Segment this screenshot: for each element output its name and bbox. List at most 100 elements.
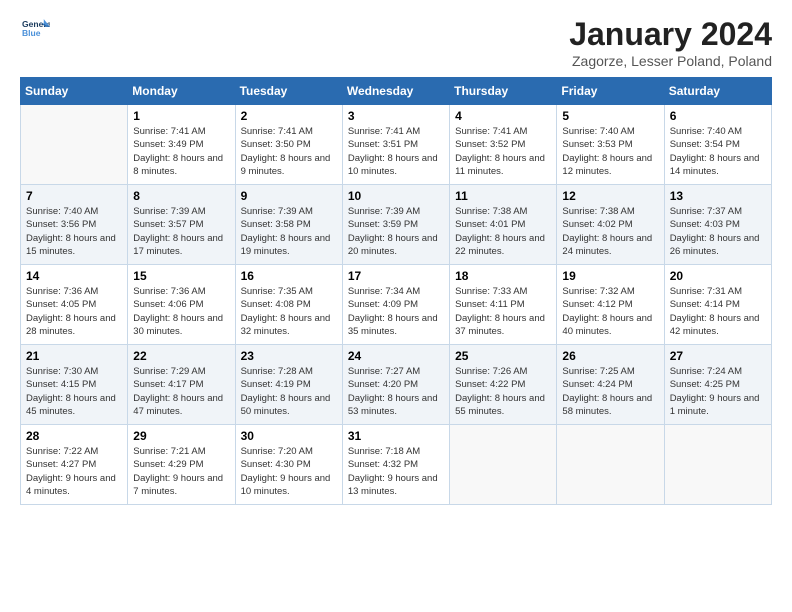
sunset: Sunset: 4:24 PM	[562, 379, 632, 390]
day-number: 10	[348, 189, 444, 203]
sunrise: Sunrise: 7:33 AM	[455, 286, 527, 297]
day-number: 30	[241, 429, 337, 443]
day-number: 15	[133, 269, 229, 283]
weekday-header-saturday: Saturday	[664, 78, 771, 105]
calendar-week-1: 1 Sunrise: 7:41 AM Sunset: 3:49 PM Dayli…	[21, 105, 772, 185]
daylight: Daylight: 8 hours and 45 minutes.	[26, 393, 116, 417]
sunrise: Sunrise: 7:28 AM	[241, 366, 313, 377]
sunset: Sunset: 4:05 PM	[26, 299, 96, 310]
daylight: Daylight: 8 hours and 10 minutes.	[348, 153, 438, 177]
calendar-cell: 23 Sunrise: 7:28 AM Sunset: 4:19 PM Dayl…	[235, 345, 342, 425]
day-number: 11	[455, 189, 551, 203]
calendar-cell: 6 Sunrise: 7:40 AM Sunset: 3:54 PM Dayli…	[664, 105, 771, 185]
day-number: 16	[241, 269, 337, 283]
calendar-cell: 8 Sunrise: 7:39 AM Sunset: 3:57 PM Dayli…	[128, 185, 235, 265]
daylight: Daylight: 8 hours and 11 minutes.	[455, 153, 545, 177]
sunrise: Sunrise: 7:24 AM	[670, 366, 742, 377]
day-info: Sunrise: 7:41 AM Sunset: 3:50 PM Dayligh…	[241, 125, 337, 178]
calendar-cell: 1 Sunrise: 7:41 AM Sunset: 3:49 PM Dayli…	[128, 105, 235, 185]
daylight: Daylight: 8 hours and 40 minutes.	[562, 313, 652, 337]
sunrise: Sunrise: 7:35 AM	[241, 286, 313, 297]
sunset: Sunset: 4:30 PM	[241, 459, 311, 470]
sunrise: Sunrise: 7:38 AM	[562, 206, 634, 217]
sunset: Sunset: 4:14 PM	[670, 299, 740, 310]
calendar-body: 1 Sunrise: 7:41 AM Sunset: 3:49 PM Dayli…	[21, 105, 772, 505]
location: Zagorze, Lesser Poland, Poland	[569, 53, 772, 69]
sunset: Sunset: 4:12 PM	[562, 299, 632, 310]
daylight: Daylight: 8 hours and 28 minutes.	[26, 313, 116, 337]
daylight: Daylight: 8 hours and 26 minutes.	[670, 233, 760, 257]
day-number: 24	[348, 349, 444, 363]
sunrise: Sunrise: 7:25 AM	[562, 366, 634, 377]
sunset: Sunset: 3:56 PM	[26, 219, 96, 230]
sunset: Sunset: 3:59 PM	[348, 219, 418, 230]
day-number: 26	[562, 349, 658, 363]
title-block: January 2024 Zagorze, Lesser Poland, Pol…	[569, 16, 772, 69]
day-info: Sunrise: 7:35 AM Sunset: 4:08 PM Dayligh…	[241, 285, 337, 338]
weekday-header-wednesday: Wednesday	[342, 78, 449, 105]
daylight: Daylight: 8 hours and 17 minutes.	[133, 233, 223, 257]
calendar-cell: 17 Sunrise: 7:34 AM Sunset: 4:09 PM Dayl…	[342, 265, 449, 345]
sunrise: Sunrise: 7:34 AM	[348, 286, 420, 297]
calendar-cell: 2 Sunrise: 7:41 AM Sunset: 3:50 PM Dayli…	[235, 105, 342, 185]
day-number: 29	[133, 429, 229, 443]
sunrise: Sunrise: 7:38 AM	[455, 206, 527, 217]
sunset: Sunset: 3:57 PM	[133, 219, 203, 230]
calendar-cell: 30 Sunrise: 7:20 AM Sunset: 4:30 PM Dayl…	[235, 425, 342, 505]
calendar-week-2: 7 Sunrise: 7:40 AM Sunset: 3:56 PM Dayli…	[21, 185, 772, 265]
sunrise: Sunrise: 7:36 AM	[133, 286, 205, 297]
daylight: Daylight: 8 hours and 32 minutes.	[241, 313, 331, 337]
sunrise: Sunrise: 7:41 AM	[455, 126, 527, 137]
sunset: Sunset: 4:17 PM	[133, 379, 203, 390]
calendar-week-4: 21 Sunrise: 7:30 AM Sunset: 4:15 PM Dayl…	[21, 345, 772, 425]
day-info: Sunrise: 7:20 AM Sunset: 4:30 PM Dayligh…	[241, 445, 337, 498]
daylight: Daylight: 8 hours and 19 minutes.	[241, 233, 331, 257]
daylight: Daylight: 8 hours and 53 minutes.	[348, 393, 438, 417]
day-number: 17	[348, 269, 444, 283]
daylight: Daylight: 8 hours and 42 minutes.	[670, 313, 760, 337]
sunrise: Sunrise: 7:26 AM	[455, 366, 527, 377]
daylight: Daylight: 8 hours and 15 minutes.	[26, 233, 116, 257]
sunrise: Sunrise: 7:20 AM	[241, 446, 313, 457]
page-header: General Blue January 2024 Zagorze, Lesse…	[20, 16, 772, 69]
sunrise: Sunrise: 7:21 AM	[133, 446, 205, 457]
daylight: Daylight: 8 hours and 37 minutes.	[455, 313, 545, 337]
sunrise: Sunrise: 7:40 AM	[670, 126, 742, 137]
weekday-header-tuesday: Tuesday	[235, 78, 342, 105]
sunrise: Sunrise: 7:39 AM	[133, 206, 205, 217]
day-info: Sunrise: 7:26 AM Sunset: 4:22 PM Dayligh…	[455, 365, 551, 418]
calendar-cell: 4 Sunrise: 7:41 AM Sunset: 3:52 PM Dayli…	[450, 105, 557, 185]
day-info: Sunrise: 7:29 AM Sunset: 4:17 PM Dayligh…	[133, 365, 229, 418]
day-info: Sunrise: 7:27 AM Sunset: 4:20 PM Dayligh…	[348, 365, 444, 418]
calendar-week-3: 14 Sunrise: 7:36 AM Sunset: 4:05 PM Dayl…	[21, 265, 772, 345]
calendar-table: SundayMondayTuesdayWednesdayThursdayFrid…	[20, 77, 772, 505]
calendar-cell: 16 Sunrise: 7:35 AM Sunset: 4:08 PM Dayl…	[235, 265, 342, 345]
sunset: Sunset: 4:06 PM	[133, 299, 203, 310]
sunset: Sunset: 4:01 PM	[455, 219, 525, 230]
day-number: 12	[562, 189, 658, 203]
calendar-cell: 22 Sunrise: 7:29 AM Sunset: 4:17 PM Dayl…	[128, 345, 235, 425]
day-info: Sunrise: 7:36 AM Sunset: 4:05 PM Dayligh…	[26, 285, 122, 338]
day-info: Sunrise: 7:38 AM Sunset: 4:01 PM Dayligh…	[455, 205, 551, 258]
day-info: Sunrise: 7:34 AM Sunset: 4:09 PM Dayligh…	[348, 285, 444, 338]
calendar-cell: 24 Sunrise: 7:27 AM Sunset: 4:20 PM Dayl…	[342, 345, 449, 425]
sunrise: Sunrise: 7:40 AM	[562, 126, 634, 137]
calendar-cell: 13 Sunrise: 7:37 AM Sunset: 4:03 PM Dayl…	[664, 185, 771, 265]
sunset: Sunset: 3:49 PM	[133, 139, 203, 150]
sunrise: Sunrise: 7:18 AM	[348, 446, 420, 457]
day-info: Sunrise: 7:38 AM Sunset: 4:02 PM Dayligh…	[562, 205, 658, 258]
weekday-header-row: SundayMondayTuesdayWednesdayThursdayFrid…	[21, 78, 772, 105]
daylight: Daylight: 9 hours and 1 minute.	[670, 393, 760, 417]
sunset: Sunset: 4:32 PM	[348, 459, 418, 470]
weekday-header-thursday: Thursday	[450, 78, 557, 105]
sunrise: Sunrise: 7:40 AM	[26, 206, 98, 217]
calendar-cell: 7 Sunrise: 7:40 AM Sunset: 3:56 PM Dayli…	[21, 185, 128, 265]
daylight: Daylight: 9 hours and 13 minutes.	[348, 473, 438, 497]
sunset: Sunset: 3:51 PM	[348, 139, 418, 150]
sunset: Sunset: 4:02 PM	[562, 219, 632, 230]
day-info: Sunrise: 7:40 AM Sunset: 3:54 PM Dayligh…	[670, 125, 766, 178]
day-info: Sunrise: 7:40 AM Sunset: 3:53 PM Dayligh…	[562, 125, 658, 178]
calendar-cell: 3 Sunrise: 7:41 AM Sunset: 3:51 PM Dayli…	[342, 105, 449, 185]
sunrise: Sunrise: 7:29 AM	[133, 366, 205, 377]
day-number: 23	[241, 349, 337, 363]
